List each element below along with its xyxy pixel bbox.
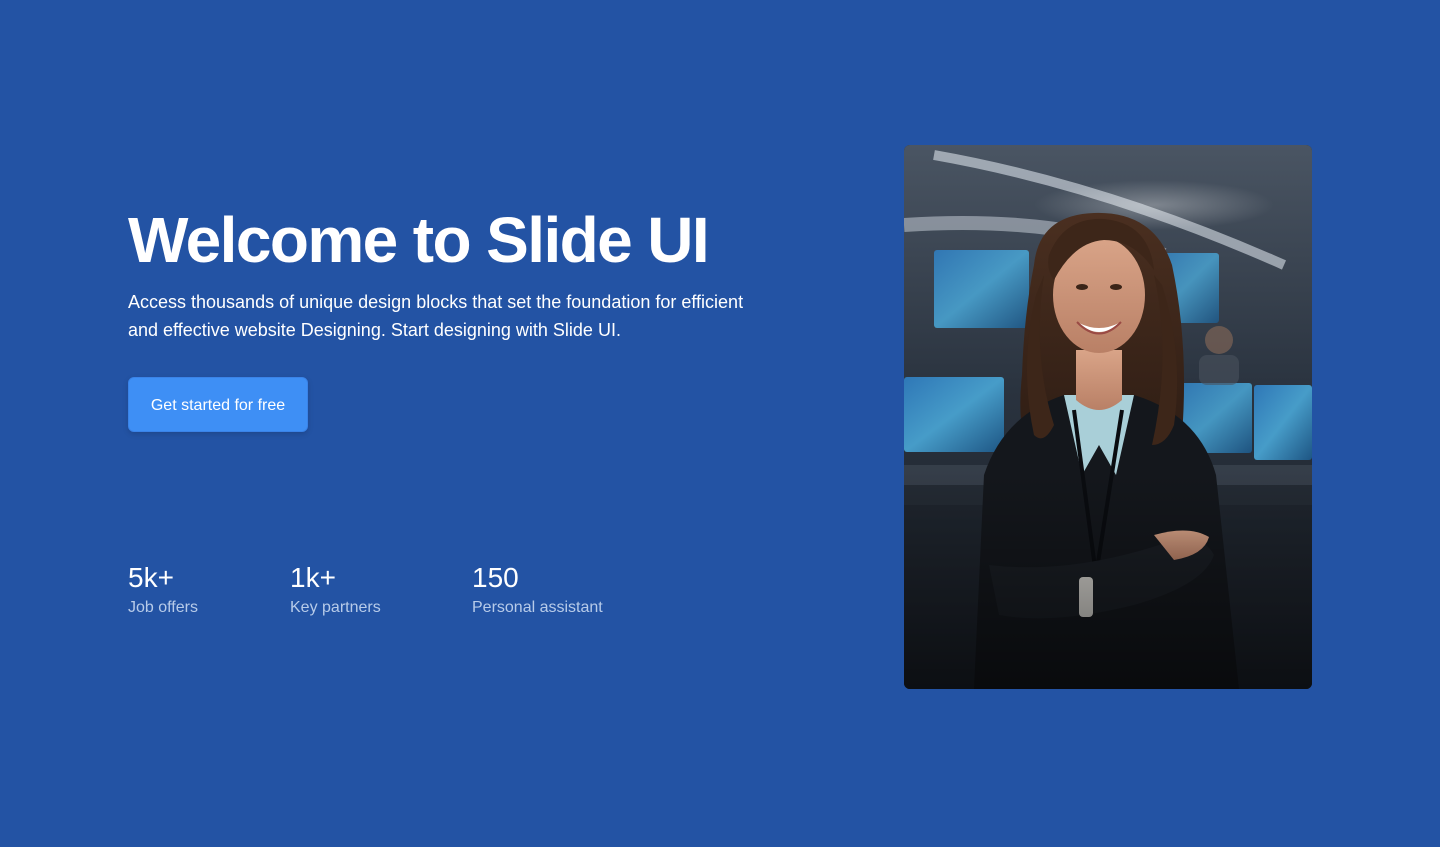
stat-key-partners: 1k+ Key partners: [290, 560, 381, 620]
stat-label: Key partners: [290, 599, 381, 616]
stat-value: 150: [472, 562, 519, 593]
stat-label: Job offers: [128, 599, 198, 616]
stat-value: 5k+: [128, 562, 174, 593]
stat-personal-assistant: 150 Personal assistant: [472, 560, 603, 620]
hero-photo: [904, 145, 1312, 689]
hero-section: Welcome to Slide UI Access thousands of …: [0, 0, 1440, 847]
stat-label: Personal assistant: [472, 599, 603, 616]
hero-description: Access thousands of unique design blocks…: [128, 292, 744, 340]
stat-job-offers: 5k+ Job offers: [128, 560, 198, 620]
stat-value: 1k+: [290, 562, 336, 593]
page-title: Welcome to Slide UI: [128, 204, 710, 276]
get-started-button[interactable]: Get started for free: [128, 377, 308, 432]
businesswoman-photo-illustration: [904, 145, 1312, 689]
